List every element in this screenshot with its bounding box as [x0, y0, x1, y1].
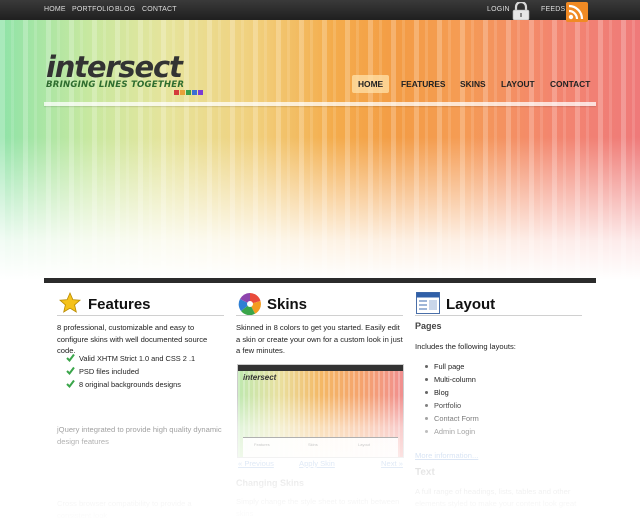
list-item: PSD files included	[66, 365, 195, 378]
thumb-logo: intersect	[243, 373, 277, 382]
skins-title: Skins	[267, 296, 308, 313]
skin-preview-thumbnail[interactable]: intersect Features Skins Layout	[237, 364, 404, 458]
check-icon	[66, 379, 75, 388]
nav-item-skins[interactable]: Skins	[454, 75, 492, 93]
topbar-link-contact[interactable]: Contact	[142, 6, 177, 13]
thumb-label: Skins	[308, 442, 318, 447]
skins-rule	[236, 315, 403, 316]
text-body: A full range of headings, lists, tables …	[415, 487, 577, 508]
topbar-link-blog[interactable]: Blog	[115, 6, 135, 13]
list-item: Admin Login	[425, 425, 479, 438]
layout-pages-list: Full page Multi-column Blog Portfolio Co…	[425, 360, 479, 438]
lock-icon[interactable]	[511, 2, 531, 20]
list-item: 8 original backgrounds designs	[66, 378, 195, 391]
previous-skin-link[interactable]: « Previous	[238, 458, 274, 470]
layout-window-icon	[416, 292, 440, 314]
nav-item-home[interactable]: Home	[352, 75, 390, 93]
pages-heading: Pages	[415, 321, 442, 331]
list-item: Valid XHTM Strict 1.0 and CSS 2 .1	[66, 352, 196, 365]
nav-item-features[interactable]: Features	[395, 75, 452, 93]
thumb-label: Features	[254, 442, 270, 447]
changing-skins-heading: Changing Skins	[236, 478, 305, 488]
features-cross-browser-text: Cross browser compatibility to provide a…	[57, 499, 192, 520]
check-item-label: 8 original backgrounds designs	[79, 380, 181, 389]
site-logo[interactable]: intersect BRINGING LINES TOGETHER	[46, 50, 206, 95]
color-wheel-icon	[238, 292, 261, 316]
nav-item-contact[interactable]: Contact	[544, 75, 596, 93]
features-title: Features	[88, 296, 151, 313]
list-item: Multi-column	[425, 373, 479, 386]
logo-wordmark: intersect	[46, 50, 183, 84]
check-icon	[66, 366, 75, 375]
more-information-link[interactable]: More information...	[415, 450, 478, 462]
check-icon	[66, 353, 75, 362]
list-item: Blog	[425, 386, 479, 399]
logo-color-squares	[174, 82, 204, 100]
apply-skin-link[interactable]: Apply Skin	[299, 458, 335, 470]
hero-banner: intersect BRINGING LINES TOGETHER Home F…	[0, 20, 640, 280]
hero-divider	[44, 102, 596, 106]
list-item: Contact Form	[425, 414, 479, 423]
changing-skins-text: Simply change the style sheet to switch …	[236, 497, 400, 518]
thumb-panel	[243, 437, 398, 457]
features-checklist: Valid XHTM Strict 1.0 and CSS 2 .1 PSD f…	[66, 352, 196, 391]
layout-includes-text: Includes the following layouts:	[415, 342, 516, 351]
features-rule	[57, 315, 224, 316]
list-item: Full page	[425, 360, 479, 373]
text-heading: Text	[415, 467, 435, 478]
list-item: Portfolio	[425, 399, 479, 412]
login-link[interactable]: Login	[487, 6, 510, 13]
topbar-link-home[interactable]: Home	[44, 6, 66, 13]
thumb-topbar	[238, 365, 403, 371]
logo-tagline: BRINGING LINES TOGETHER	[46, 80, 185, 90]
top-bar: Home Portfolio Blog Contact Login Feeds	[0, 0, 640, 22]
star-icon	[59, 292, 81, 313]
skins-intro: Skinned in 8 colors to get you started. …	[236, 323, 403, 355]
layout-title: Layout	[446, 296, 496, 313]
thumb-label: Layout	[358, 442, 371, 447]
features-jquery-text: jQuery integrated to provide high qualit…	[57, 425, 222, 446]
layout-rule	[415, 315, 582, 316]
next-skin-link[interactable]: Next »	[381, 458, 403, 470]
topbar-link-portfolio[interactable]: Portfolio	[72, 6, 114, 13]
nav-item-layout[interactable]: Layout	[495, 75, 541, 93]
feeds-link[interactable]: Feeds	[541, 6, 565, 13]
check-item-label: Valid XHTM Strict 1.0 and CSS 2 .1	[79, 354, 196, 363]
rss-icon[interactable]	[566, 2, 588, 22]
check-item-label: PSD files included	[79, 367, 139, 376]
